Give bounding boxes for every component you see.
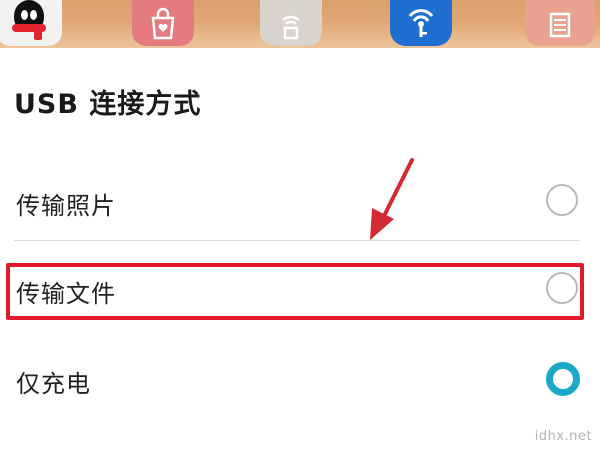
watermark: idhx.net xyxy=(534,429,592,444)
annotation-arrow-icon xyxy=(370,158,414,240)
